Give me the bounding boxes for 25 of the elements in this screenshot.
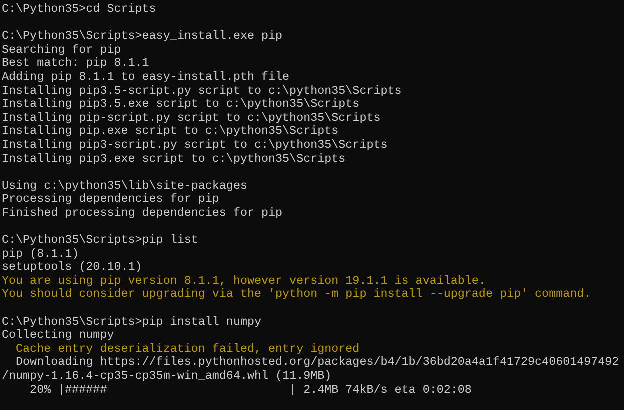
output-line: Installing pip3.5.exe script to c:\python35\Scripts [2,97,360,112]
output-line: Downloading https://files.pythonhosted.org/packages/b4/1b/36bd20a4a1f41729c40601497492 [15,355,620,370]
output-line: Installing pip3.5-script.py script to c:\python35\Scripts [2,84,402,98]
output-line: Searching for pip [2,42,122,57]
output-line: Installing pip3-script.py script to c:\python35\Scripts [2,138,388,152]
output-line: 20% |###### | 2.4MB 74kB/s eta 0:02:08 [29,382,472,397]
output-line: Finished processing dependencies for pip [2,206,283,220]
output-line: setuptools (20.10.1) [2,260,142,274]
output-line: pip (8.1.1) [2,246,80,261]
warning-line: You should consider upgrading via the 'python -m pip install --upgrade pip' command. [2,287,592,302]
output-line: Installing pip-script.py script to c:\python35\Scripts [2,110,381,125]
output-line: Best match: pip 8.1.1 [2,56,150,70]
output-line: Processing dependencies for pip [2,192,220,206]
output-line: /numpy-1.16.4-cp35-cp35m-win_amd64.whl (11.9MB) [2,369,332,384]
output-line: Adding pip 8.1.1 to easy-install.pth file [2,70,290,84]
output-line: Using c:\python35\lib\site-packages [2,178,248,193]
output-line: Installing pip.exe script to c:\python35\Scripts [2,124,339,138]
output-line: Collecting numpy [2,328,114,342]
output-line: Installing pip3.exe script to c:\python35\Scripts [2,152,346,166]
command-line: C:\Python35>cd Scripts [2,2,156,16]
warning-line: Cache entry deserialization failed, entry ignored [15,342,360,356]
command-line: C:\Python35\Scripts>pip list [2,233,198,248]
warning-line: You are using pip version 8.1.1, however version 19.1.1 is available. [2,274,486,288]
command-line: C:\Python35\Scripts>easy_install.exe pip [2,29,283,44]
command-line: C:\Python35\Scripts>pip install numpy [2,314,262,329]
